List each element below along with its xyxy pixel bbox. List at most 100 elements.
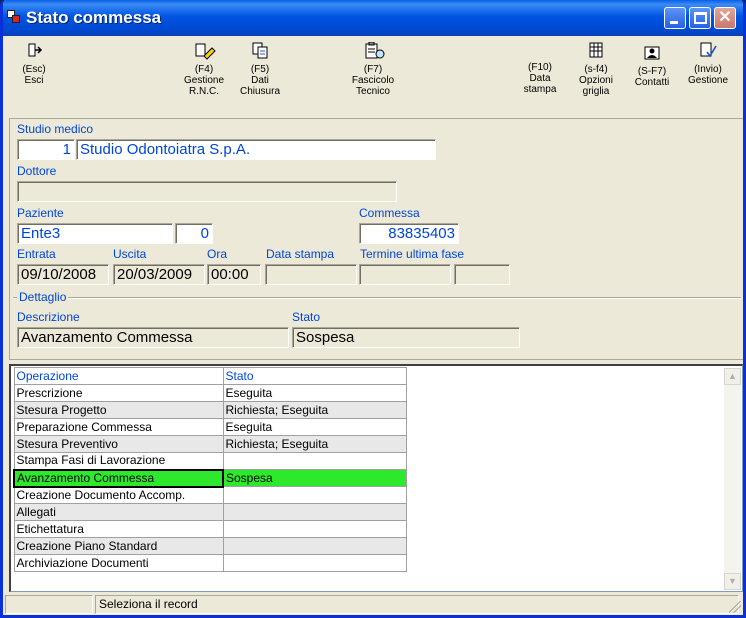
cell-operazione[interactable]: Stesura Progetto xyxy=(13,401,224,419)
scroll-up-button[interactable]: ▲ xyxy=(724,368,741,385)
minimize-button[interactable] xyxy=(664,7,686,29)
table-row[interactable]: Stesura Progetto Richiesta; Eseguita xyxy=(13,401,407,419)
cell-stato[interactable] xyxy=(222,503,407,521)
paziente-label: Paziente xyxy=(17,206,64,220)
cell-operazione[interactable]: Archiviazione Documenti xyxy=(13,554,224,572)
cell-operazione[interactable]: Stesura Preventivo xyxy=(13,435,224,453)
table-row[interactable]: Stesura Preventivo Richiesta; Eseguita xyxy=(13,435,407,453)
close-button[interactable]: ✕ xyxy=(714,7,736,29)
chevron-up-icon: ▲ xyxy=(728,371,737,381)
chevron-down-icon: ▼ xyxy=(728,576,737,586)
operations-grid[interactable]: Operazione Stato Prescrizione Eseguita Ste… xyxy=(9,364,743,592)
cell-operazione[interactable]: Avanzamento Commessa xyxy=(13,468,224,488)
close-icon: ✕ xyxy=(718,9,732,26)
commessa-label: Commessa xyxy=(359,206,420,220)
table-row[interactable]: Stampa Fasi di Lavorazione xyxy=(13,452,407,470)
contatti-button[interactable]: (S-F7) Contatti xyxy=(629,44,675,88)
cell-operazione[interactable]: Creazione Documento Accomp. xyxy=(13,486,224,504)
copy-icon xyxy=(250,42,270,60)
status-bar: Seleziona il record xyxy=(3,594,743,615)
stato-commessa-window: Stato commessa ✕ (Esc) Esci (F4) Gestion… xyxy=(0,0,746,618)
cell-stato[interactable]: Richiesta; Eseguita xyxy=(222,401,407,419)
cell-stato[interactable]: Eseguita xyxy=(222,418,407,436)
dottore-field[interactable] xyxy=(17,181,397,202)
clipboard-search-icon xyxy=(363,41,385,60)
cell-operazione[interactable]: Allegati xyxy=(13,503,224,521)
esci-button[interactable]: (Esc) Esci xyxy=(13,42,55,86)
uscita-field: 20/03/2009 xyxy=(113,264,205,285)
dottore-label: Dottore xyxy=(17,164,57,178)
column-header-operazione[interactable]: Operazione xyxy=(13,367,224,385)
status-cell-empty xyxy=(5,595,93,614)
cell-operazione[interactable]: Creazione Piano Standard xyxy=(13,537,224,555)
data-stampa-button[interactable]: (F10) Data stampa xyxy=(517,62,563,95)
resize-grip-icon[interactable] xyxy=(729,601,741,613)
minimize-icon xyxy=(670,21,678,24)
dati-chiusura-button[interactable]: (F5) Dati Chiusura xyxy=(237,42,283,97)
data-stampa-field xyxy=(265,264,357,285)
studio-code-field[interactable]: 1 xyxy=(17,139,75,160)
table-row[interactable]: Archiviazione Documenti xyxy=(13,554,407,572)
toolbar: (Esc) Esci (F4) Gestione R.N.C. (F5) Dat… xyxy=(3,36,743,116)
dettaglio-title: Dettaglio xyxy=(17,290,69,304)
opzioni-griglia-button[interactable]: (s-f4) Opzioni griglia xyxy=(573,42,619,97)
entrata-label: Entrata xyxy=(17,247,56,261)
table-row[interactable]: Creazione Documento Accomp. xyxy=(13,486,407,504)
column-header-stato[interactable]: Stato xyxy=(222,367,407,385)
table-row[interactable]: Prescrizione Eseguita xyxy=(13,384,407,402)
vertical-scrollbar[interactable]: ▲ ▼ xyxy=(724,368,741,590)
maximize-button[interactable] xyxy=(689,7,711,29)
ora-field: 00:00 xyxy=(207,264,261,285)
cell-operazione[interactable]: Preparazione Commessa xyxy=(13,418,224,436)
dettaglio-divider xyxy=(13,297,741,299)
cell-stato[interactable] xyxy=(222,554,407,572)
cell-stato[interactable]: Eseguita xyxy=(222,384,407,402)
paziente-field[interactable]: Ente3 xyxy=(17,223,173,244)
gestione-rnc-button[interactable]: (F4) Gestione R.N.C. xyxy=(179,42,229,97)
title-bar[interactable]: Stato commessa ✕ xyxy=(3,0,743,36)
table-row[interactable]: Etichettatura xyxy=(13,520,407,538)
cell-stato[interactable] xyxy=(222,537,407,555)
data-stampa-label: Data stampa xyxy=(266,247,335,261)
descrizione-label: Descrizione xyxy=(17,310,80,324)
studio-name-field[interactable]: Studio Odontoiatra S.p.A. xyxy=(76,139,436,160)
cell-operazione[interactable]: Stampa Fasi di Lavorazione xyxy=(13,452,224,470)
gestione-button[interactable]: (Invio) Gestione xyxy=(684,42,732,86)
studio-label: Studio medico xyxy=(17,122,94,136)
termine-field-1 xyxy=(359,264,451,285)
cell-stato[interactable]: Sospesa xyxy=(222,469,407,487)
table-row[interactable]: Avanzamento Commessa Sospesa xyxy=(13,468,407,488)
status-message: Seleziona il record xyxy=(95,595,739,614)
descrizione-field: Avanzamento Commessa xyxy=(17,327,289,348)
cell-operazione[interactable]: Prescrizione xyxy=(13,384,224,402)
termine-label: Termine ultima fase xyxy=(360,247,465,261)
ora-label: Ora xyxy=(207,247,228,261)
scroll-down-button[interactable]: ▼ xyxy=(724,573,741,590)
operations-table: Operazione Stato Prescrizione Eseguita Ste… xyxy=(13,367,407,572)
cell-stato[interactable] xyxy=(222,452,407,470)
exit-icon xyxy=(24,42,44,60)
table-header: Operazione Stato xyxy=(13,367,407,385)
table-row[interactable]: Preparazione Commessa Eseguita xyxy=(13,418,407,436)
cell-operazione[interactable]: Etichettatura xyxy=(13,520,224,538)
uscita-label: Uscita xyxy=(113,247,147,261)
termine-field-2 xyxy=(454,264,510,285)
window-title: Stato commessa xyxy=(26,8,162,27)
fascicolo-tecnico-button[interactable]: (F7) Fascicolo Tecnico xyxy=(347,41,399,97)
table-row[interactable]: Creazione Piano Standard xyxy=(13,537,407,555)
stato-label: Stato xyxy=(292,310,321,324)
cell-stato[interactable] xyxy=(222,486,407,504)
table-row[interactable]: Allegati xyxy=(13,503,407,521)
commessa-field[interactable]: 83835403 xyxy=(359,223,459,244)
app-icon xyxy=(7,10,21,24)
entrata-field: 09/10/2008 xyxy=(17,264,109,285)
document-check-icon xyxy=(698,42,718,60)
paziente-number-field[interactable]: 0 xyxy=(175,223,213,244)
cell-stato[interactable] xyxy=(222,520,407,538)
edit-pencil-icon xyxy=(194,42,216,60)
contacts-icon xyxy=(642,44,662,62)
grid-options-icon xyxy=(586,42,606,60)
maximize-icon xyxy=(694,12,707,24)
cell-stato[interactable]: Richiesta; Eseguita xyxy=(222,435,407,453)
stato-field: Sospesa xyxy=(292,327,520,348)
